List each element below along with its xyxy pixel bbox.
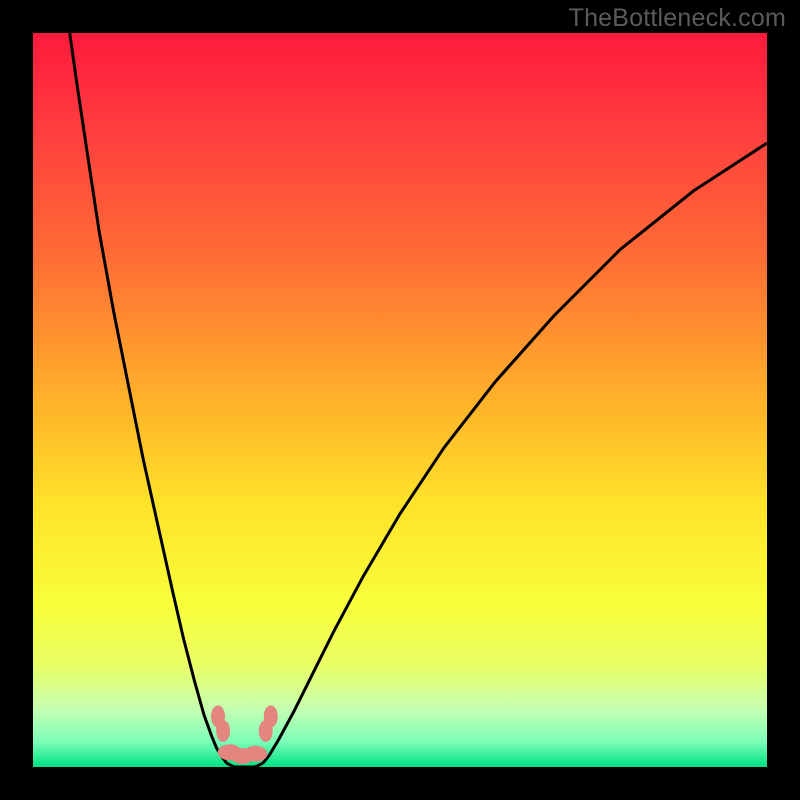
m-right-upper xyxy=(264,705,278,727)
chart-canvas xyxy=(33,33,767,767)
watermark-text: TheBottleneck.com xyxy=(569,4,786,33)
gradient-bg xyxy=(33,33,767,767)
chart-svg xyxy=(33,33,767,767)
outer-frame: TheBottleneck.com xyxy=(0,0,800,800)
m-floor-c xyxy=(243,746,267,762)
m-left-lower xyxy=(216,720,230,742)
